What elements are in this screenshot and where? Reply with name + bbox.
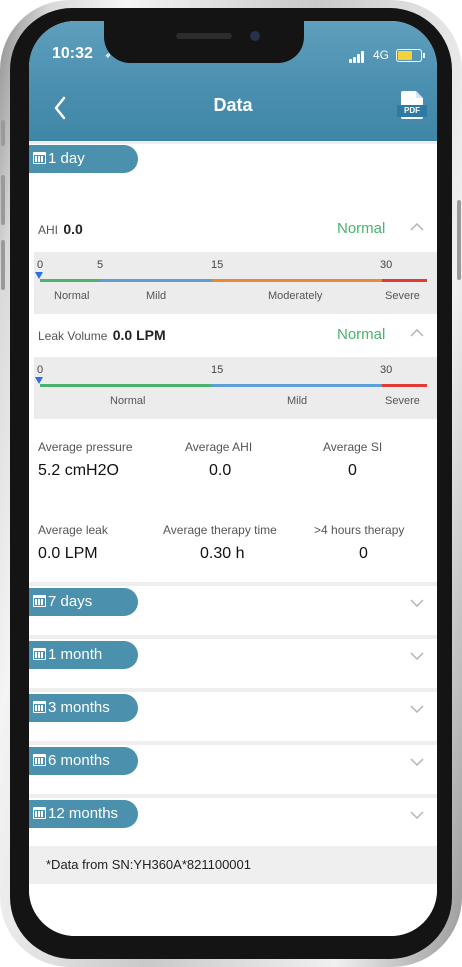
divider — [29, 582, 437, 586]
footer-bar: *Data from SN:YH360A*821100001 — [29, 846, 437, 884]
ahi-segment-moderate — [212, 279, 382, 282]
ahi-row: AHI 0.0 — [38, 221, 83, 237]
range-label: 3 months — [48, 699, 110, 717]
data-content: 1 day AHI 0.0 Normal 0 5 15 30 Normal Mi… — [29, 141, 437, 936]
leak-tick-15: 15 — [211, 364, 224, 376]
device-serial-note: *Data from SN:YH360A*821100001 — [46, 857, 251, 872]
calendar-icon — [33, 594, 46, 607]
signal-icon — [349, 51, 367, 63]
calendar-icon — [33, 647, 46, 660]
range-tab-1-day[interactable]: 1 day — [29, 145, 138, 173]
range-tab-12-months[interactable]: 12 months — [29, 800, 138, 828]
ahi-cat-normal: Normal — [54, 290, 90, 302]
power-button — [457, 200, 461, 280]
status-time: 10:32 — [52, 45, 93, 62]
app-screen: 10:32 ➶ 4G Data PDF 1 — [29, 21, 437, 936]
ahi-scale: 0 5 15 30 Normal Mild Moderately Severe — [34, 252, 437, 314]
leak-cat-severe: Severe — [385, 395, 420, 407]
range-label: 6 months — [48, 752, 110, 770]
chevron-down-icon[interactable] — [410, 652, 424, 660]
range-label: 7 days — [48, 593, 93, 611]
chevron-up-icon[interactable] — [410, 329, 424, 337]
chevron-down-icon[interactable] — [410, 811, 424, 819]
range-label: 1 month — [48, 646, 103, 664]
volume-up-button — [1, 175, 5, 225]
ahi-cat-moderate: Moderately — [268, 290, 323, 302]
leak-segment-mild — [212, 384, 382, 387]
divider — [29, 635, 437, 639]
ahi-marker — [35, 272, 43, 279]
phone-frame: 10:32 ➶ 4G Data PDF 1 — [0, 0, 462, 967]
divider — [29, 741, 437, 745]
ahi-tick-15: 15 — [211, 259, 224, 271]
ahi-label: AHI — [38, 223, 59, 237]
pdf-icon — [416, 91, 423, 98]
leak-value: 0.0 LPM — [112, 327, 166, 343]
range-tab-1-month[interactable]: 1 month — [29, 641, 138, 669]
stat-label-avg-pressure: Average pressure — [38, 440, 133, 454]
stat-value-avg-pressure: 5.2 cmH2O — [38, 462, 119, 479]
chevron-down-icon[interactable] — [410, 599, 424, 607]
ahi-segment-mild — [100, 279, 212, 282]
leak-tick-0: 0 — [37, 364, 44, 376]
leak-cat-mild: Mild — [287, 395, 308, 407]
ahi-tick-0: 0 — [37, 259, 44, 271]
ahi-segment-normal — [40, 279, 100, 282]
ahi-cat-mild: Mild — [146, 290, 167, 302]
ahi-tick-5: 5 — [97, 259, 104, 271]
camera-icon — [250, 31, 260, 41]
range-label: 1 day — [48, 150, 85, 168]
chevron-down-icon[interactable] — [410, 758, 424, 766]
pdf-label: PDF — [397, 105, 427, 117]
range-tab-3-months[interactable]: 3 months — [29, 694, 138, 722]
calendar-icon — [33, 700, 46, 713]
calendar-icon — [33, 753, 46, 766]
leak-row: Leak Volume 0.0 LPM — [38, 327, 166, 343]
ahi-cat-severe: Severe — [385, 290, 420, 302]
mute-switch — [1, 120, 5, 146]
page-title: Data — [213, 95, 253, 115]
phone-notch — [104, 21, 304, 63]
stat-label-avg-ahi: Average AHI — [185, 440, 253, 454]
leak-scale: 0 15 30 Normal Mild Severe — [34, 357, 437, 419]
calendar-icon — [33, 806, 46, 819]
stat-value-avg-si: 0 — [348, 462, 357, 479]
battery-icon — [396, 49, 425, 62]
range-tab-6-months[interactable]: 6 months — [29, 747, 138, 775]
stat-value-avg-leak: 0.0 LPM — [38, 545, 98, 562]
calendar-icon — [33, 151, 46, 164]
speaker-grille — [176, 33, 232, 39]
leak-segment-severe — [382, 384, 427, 387]
ahi-segment-severe — [382, 279, 427, 282]
chevron-down-icon[interactable] — [410, 705, 424, 713]
stat-value-avg-therapy-time: 0.30 h — [200, 545, 245, 562]
divider — [29, 794, 437, 798]
ahi-status: Normal — [337, 220, 386, 237]
range-label: 12 months — [48, 805, 119, 823]
leak-label: Leak Volume — [38, 329, 108, 343]
stat-label-avg-therapy-time: Average therapy time — [163, 523, 277, 537]
range-tab-7-days[interactable]: 7 days — [29, 588, 138, 616]
network-type: 4G — [373, 48, 390, 62]
ahi-tick-30: 30 — [380, 259, 393, 271]
divider — [29, 688, 437, 692]
leak-segment-normal — [40, 384, 212, 387]
leak-marker — [35, 377, 43, 384]
divider — [29, 141, 437, 144]
stat-label-avg-si: Average SI — [323, 440, 383, 454]
stat-label-over-4h-therapy: >4 hours therapy — [314, 523, 405, 537]
export-pdf-button[interactable]: PDF — [397, 91, 427, 119]
stat-value-avg-ahi: 0.0 — [209, 462, 232, 479]
stat-label-avg-leak: Average leak — [38, 523, 108, 537]
leak-tick-30: 30 — [380, 364, 393, 376]
leak-cat-normal: Normal — [110, 395, 146, 407]
volume-down-button — [1, 240, 5, 290]
ahi-value: 0.0 — [63, 221, 83, 237]
leak-status: Normal — [337, 326, 386, 343]
stat-value-over-4h-therapy: 0 — [359, 545, 368, 562]
chevron-up-icon[interactable] — [410, 223, 424, 231]
